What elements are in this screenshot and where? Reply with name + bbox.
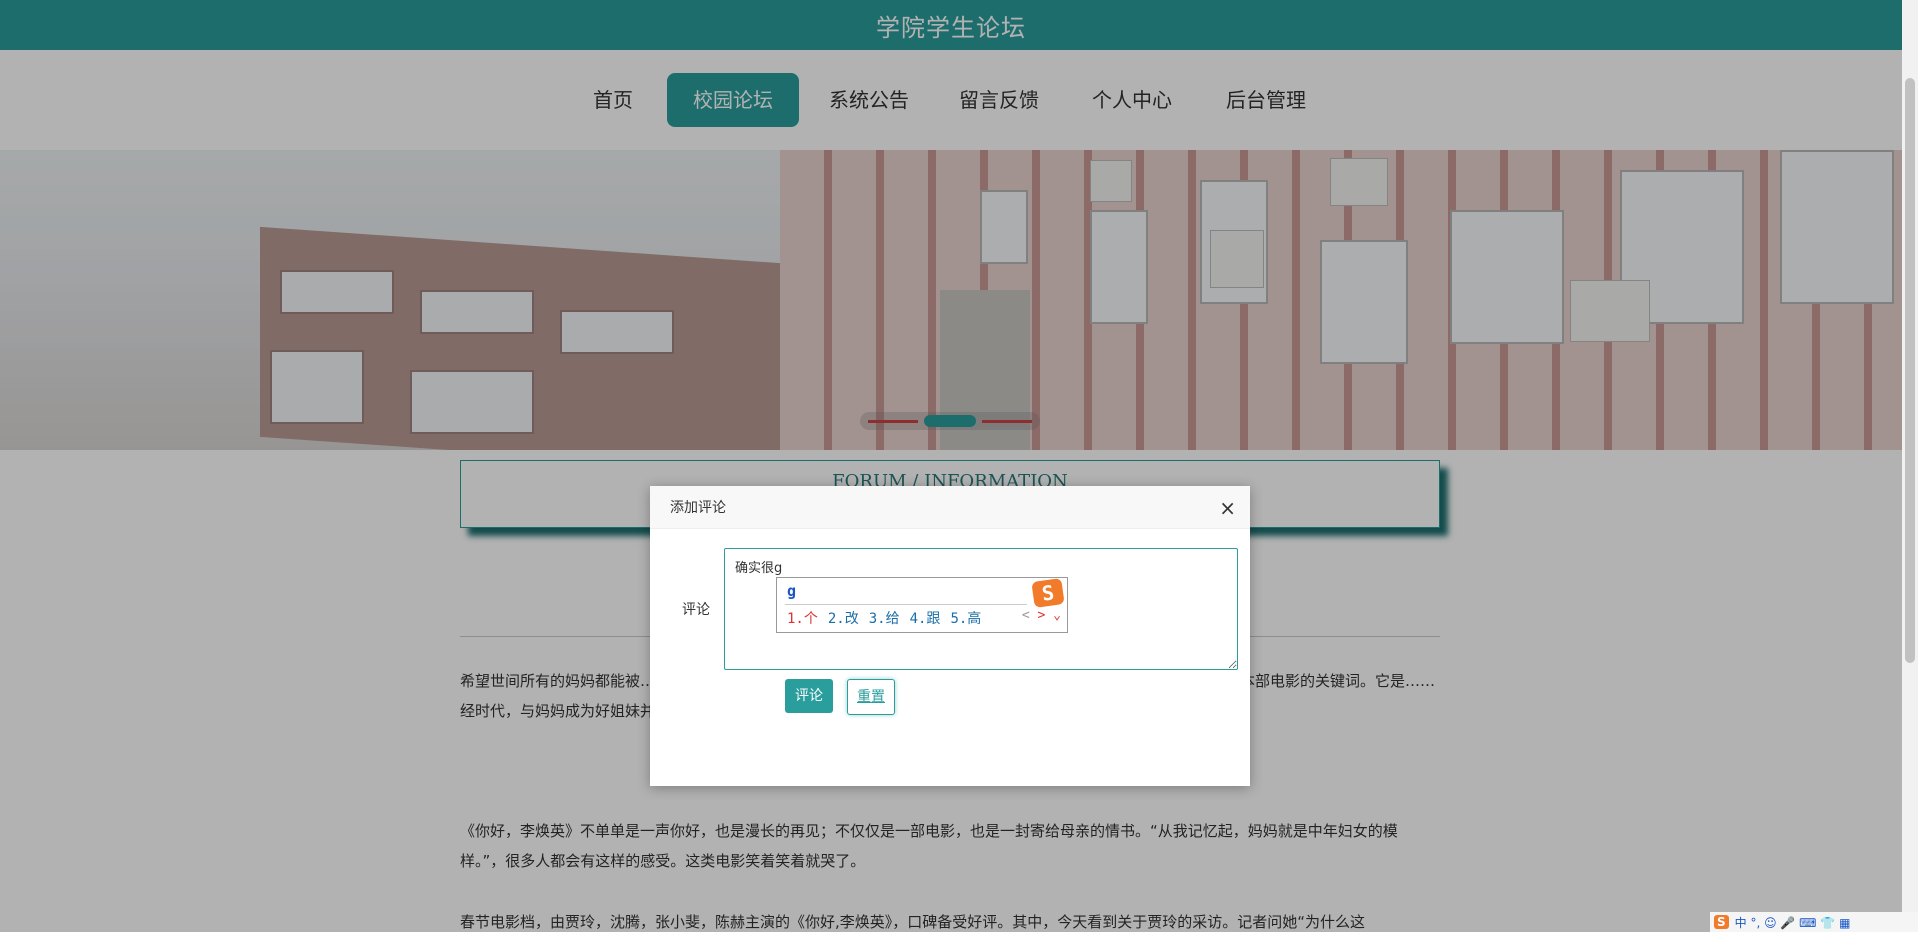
ime-separator [785, 604, 1027, 605]
page-scrollbar[interactable] [1902, 0, 1918, 932]
ime-composition: g [787, 582, 797, 600]
ime-candidate[interactable]: 4.跟 [910, 608, 941, 628]
chevron-left-icon[interactable]: < [1022, 608, 1030, 623]
sogou-logo-icon: S [1031, 578, 1065, 608]
ime-candidate[interactable]: 5.高 [950, 608, 981, 628]
modal-backdrop[interactable] [0, 0, 1918, 932]
submit-comment-button[interactable]: 评论 [785, 679, 833, 713]
sogou-tray-icon[interactable]: S [1714, 915, 1729, 929]
comment-label: 评论 [682, 602, 710, 618]
ime-status-bar[interactable]: S 中 °, ☺ 🎤 ⌨ 👕 ▦ [1710, 912, 1918, 932]
dialog-header: 添加评论 [650, 486, 1250, 529]
reset-button[interactable]: 重置 [847, 679, 895, 715]
chevron-right-icon[interactable]: > [1038, 608, 1046, 623]
scrollbar-thumb[interactable] [1905, 78, 1915, 663]
close-icon[interactable]: × [1219, 496, 1236, 520]
chevron-down-icon[interactable]: ⌄ [1053, 608, 1061, 623]
ime-candidate[interactable]: 2.改 [828, 608, 859, 628]
dialog-title: 添加评论 [670, 500, 726, 516]
ime-status-icons[interactable]: 中 °, ☺ 🎤 ⌨ 👕 ▦ [1735, 914, 1851, 931]
ime-candidate[interactable]: 1.个 [787, 608, 818, 628]
ime-candidate[interactable]: 3.给 [869, 608, 900, 628]
ime-candidates: 1.个 2.改 3.给 4.跟 5.高 [787, 608, 981, 628]
add-comment-dialog: 添加评论 × 评论 评论 重置 [650, 486, 1250, 786]
ime-candidate-window: g S 1.个 2.改 3.给 4.跟 5.高 < > ⌄ [776, 577, 1068, 633]
ime-page-arrows: < > ⌄ [1022, 608, 1061, 623]
